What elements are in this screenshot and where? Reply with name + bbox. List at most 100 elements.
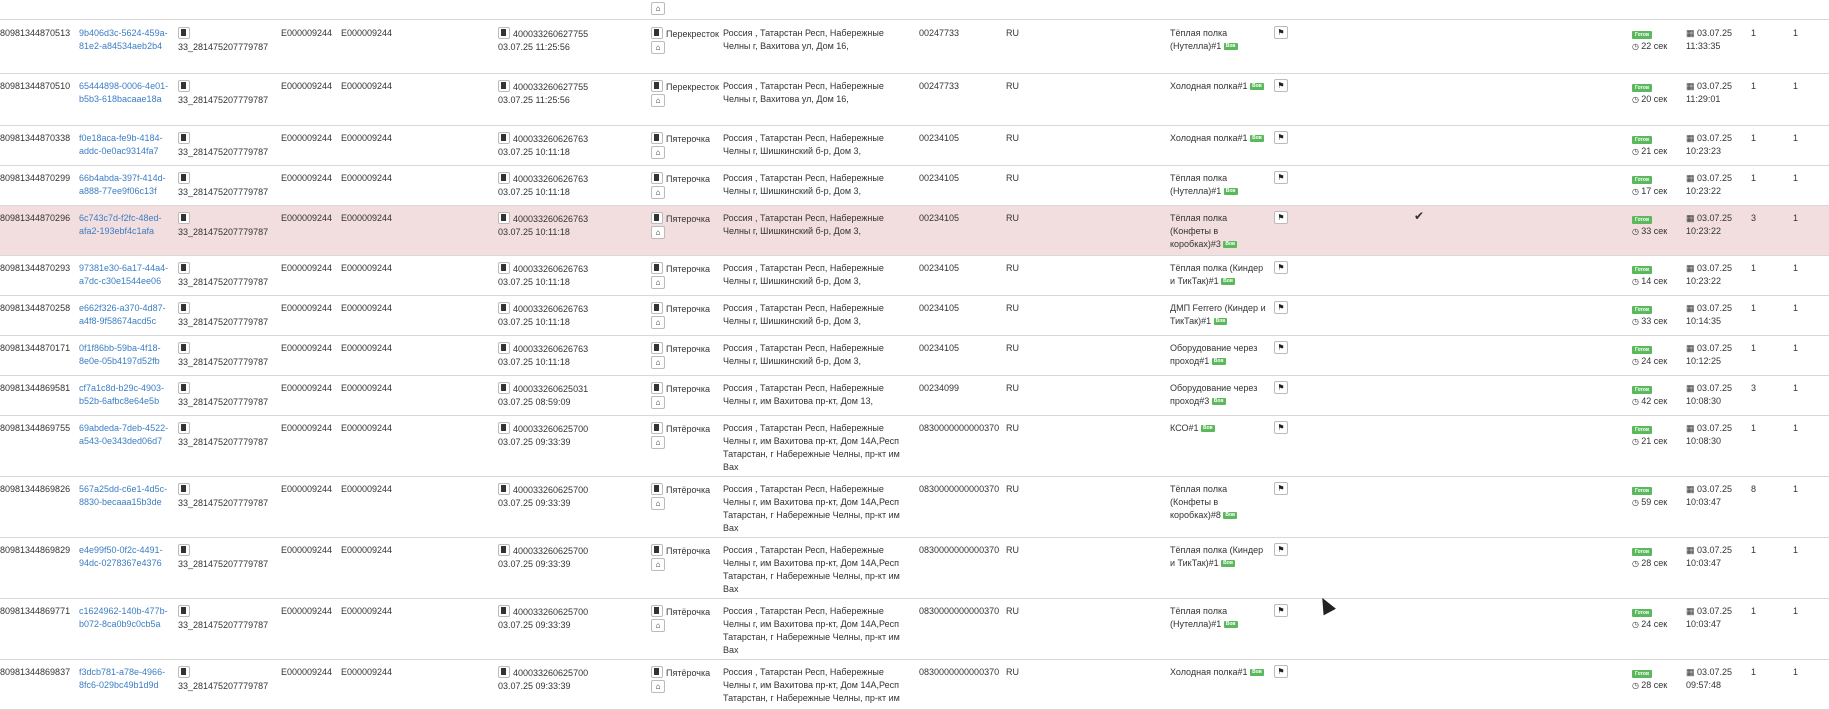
flag-icon[interactable]: ⚑ (1274, 421, 1288, 434)
home-icon[interactable]: ⌂ (651, 680, 665, 693)
file-icon[interactable] (651, 382, 663, 394)
flag-button[interactable]: ⚑ (1274, 341, 1288, 354)
guid-link[interactable]: e4e99f50-0f2c-4491- 94dc-0278367e4376 (79, 544, 171, 570)
file-icon[interactable] (178, 666, 190, 678)
file-icon[interactable] (651, 483, 663, 495)
table-row[interactable]: 80981344869826 567a25dd-c6e1-4d5c- 8830-be… (0, 477, 1829, 538)
table-row[interactable]: 80981344869771 c1624962-140b-477b-b072-8c… (0, 599, 1829, 660)
file-icon[interactable] (178, 80, 190, 92)
flag-icon[interactable]: ⚑ (1274, 261, 1288, 274)
home-icon[interactable]: ⌂ (651, 226, 665, 239)
guid-link[interactable]: 0f1f86bb-59ba-4f18- 8e0e-05b4197d52fb (79, 342, 171, 368)
home-icon[interactable]: ⌂ (651, 619, 665, 632)
file-icon[interactable] (498, 212, 510, 224)
guid-link[interactable]: 65444898-0006-4e01- b5b3-618bacaae18a (79, 80, 171, 106)
flag-button[interactable]: ⚑ (1274, 604, 1288, 617)
file-icon[interactable] (178, 382, 190, 394)
flag-icon[interactable]: ⚑ (1274, 482, 1288, 495)
flag-button[interactable]: ⚑ (1274, 171, 1288, 184)
guid-link[interactable]: 567a25dd-c6e1-4d5c- 8830-becaaa15b3de (79, 483, 171, 509)
file-icon[interactable] (498, 666, 510, 678)
flag-button[interactable]: ⚑ (1274, 79, 1288, 92)
file-icon[interactable] (178, 422, 190, 434)
table-row[interactable]: 80981344869829 e4e99f50-0f2c-4491- 94dc-02… (0, 538, 1829, 599)
flag-button[interactable]: ⚑ (1274, 131, 1288, 144)
flag-button[interactable]: ⚑ (1274, 261, 1288, 274)
file-icon[interactable] (178, 605, 190, 617)
flag-icon[interactable]: ⚑ (1274, 604, 1288, 617)
file-icon[interactable] (498, 605, 510, 617)
home-icon[interactable]: ⌂ (651, 316, 665, 329)
guid-link[interactable]: f3dcb781-a78e-4966- 8fc6-029bc49b1d9d (79, 666, 171, 692)
file-icon[interactable] (178, 132, 190, 144)
file-icon[interactable] (498, 80, 510, 92)
guid-link[interactable]: 9b406d3c-5624-459a- 81e2-a84534aeb2b4 (79, 27, 171, 53)
flag-icon[interactable]: ⚑ (1274, 301, 1288, 314)
file-icon[interactable] (651, 212, 663, 224)
file-icon[interactable] (178, 544, 190, 556)
file-icon[interactable] (498, 27, 510, 39)
file-icon[interactable] (651, 80, 663, 92)
guid-link[interactable]: 97381e30-6a17-44a4- a7dc-c30e1544ee06 (79, 262, 171, 288)
table-row[interactable]: 80981344869755 69abdeda-7deb-4522- a543-0e… (0, 416, 1829, 477)
table-row[interactable]: 80981344870510 65444898-0006-4e01- b5b3-61… (0, 74, 1829, 126)
file-icon[interactable] (651, 302, 663, 314)
flag-button[interactable]: ⚑ (1274, 421, 1288, 434)
guid-link[interactable]: e662f326-a370-4d87- a4f8-9f58674acd5c (79, 302, 171, 328)
file-icon[interactable] (178, 172, 190, 184)
flag-button[interactable]: ⚑ (1274, 543, 1288, 556)
table-row[interactable]: 80981344870296 6c743c7d-f2fc-48ed-afa2-19… (0, 206, 1829, 256)
guid-link[interactable]: 69abdeda-7deb-4522- a543-0e343ded06d7 (79, 422, 171, 448)
file-icon[interactable] (651, 342, 663, 354)
table-row[interactable]: 80981344869837 f3dcb781-a78e-4966- 8fc6-02… (0, 660, 1829, 710)
file-icon[interactable] (651, 666, 663, 678)
guid-link[interactable]: f0e18aca-fe9b-4184- addc-0e0ac9314fa7 (79, 132, 171, 158)
table-row[interactable]: 80981344870513 9b406d3c-5624-459a- 81e2-a8… (0, 21, 1829, 74)
flag-icon[interactable]: ⚑ (1274, 341, 1288, 354)
file-icon[interactable] (178, 27, 190, 39)
flag-icon[interactable]: ⚑ (1274, 79, 1288, 92)
file-icon[interactable] (651, 172, 663, 184)
table-row[interactable]: 80981344870338 f0e18aca-fe9b-4184- addc-0e… (0, 126, 1829, 166)
file-icon[interactable] (651, 544, 663, 556)
home-icon[interactable]: ⌂ (651, 396, 665, 409)
flag-icon[interactable]: ⚑ (1274, 26, 1288, 39)
file-icon[interactable] (651, 262, 663, 274)
file-icon[interactable] (498, 262, 510, 274)
file-icon[interactable] (651, 27, 663, 39)
flag-button[interactable]: ⚑ (1274, 381, 1288, 394)
file-icon[interactable] (498, 172, 510, 184)
file-icon[interactable] (498, 422, 510, 434)
flag-button[interactable]: ⚑ (1274, 26, 1288, 39)
file-icon[interactable] (651, 422, 663, 434)
guid-link[interactable]: 66b4abda-397f-414d-a888-77ee9f06c13f (79, 172, 171, 198)
flag-icon[interactable]: ⚑ (1274, 543, 1288, 556)
flag-button[interactable]: ⚑ (1274, 211, 1288, 224)
file-icon[interactable] (178, 483, 190, 495)
flag-icon[interactable]: ⚑ (1274, 131, 1288, 144)
file-icon[interactable] (498, 302, 510, 314)
file-icon[interactable] (498, 132, 510, 144)
table-row[interactable]: 80981344870299 66b4abda-397f-414d-a888-77… (0, 166, 1829, 206)
file-icon[interactable] (178, 262, 190, 274)
file-icon[interactable] (178, 302, 190, 314)
flag-button[interactable]: ⚑ (1274, 665, 1288, 678)
file-icon[interactable] (178, 212, 190, 224)
home-icon[interactable]: ⌂ (651, 2, 665, 15)
flag-icon[interactable]: ⚑ (1274, 665, 1288, 678)
guid-link[interactable]: c1624962-140b-477b-b072-8ca0b9c0cb5a (79, 605, 171, 631)
flag-icon[interactable]: ⚑ (1274, 211, 1288, 224)
file-icon[interactable] (651, 132, 663, 144)
home-icon[interactable]: ⌂ (651, 558, 665, 571)
home-icon[interactable]: ⌂ (651, 186, 665, 199)
file-icon[interactable] (498, 382, 510, 394)
file-icon[interactable] (498, 544, 510, 556)
file-icon[interactable] (498, 342, 510, 354)
table-row[interactable]: 80981344870258 e662f326-a370-4d87- a4f8-9f… (0, 296, 1829, 336)
home-icon[interactable]: ⌂ (651, 146, 665, 159)
flag-button[interactable]: ⚑ (1274, 482, 1288, 495)
home-icon[interactable]: ⌂ (651, 436, 665, 449)
guid-link[interactable]: 6c743c7d-f2fc-48ed-afa2-193ebf4c1afa (79, 212, 171, 238)
home-icon[interactable]: ⌂ (651, 94, 665, 107)
file-icon[interactable] (178, 342, 190, 354)
